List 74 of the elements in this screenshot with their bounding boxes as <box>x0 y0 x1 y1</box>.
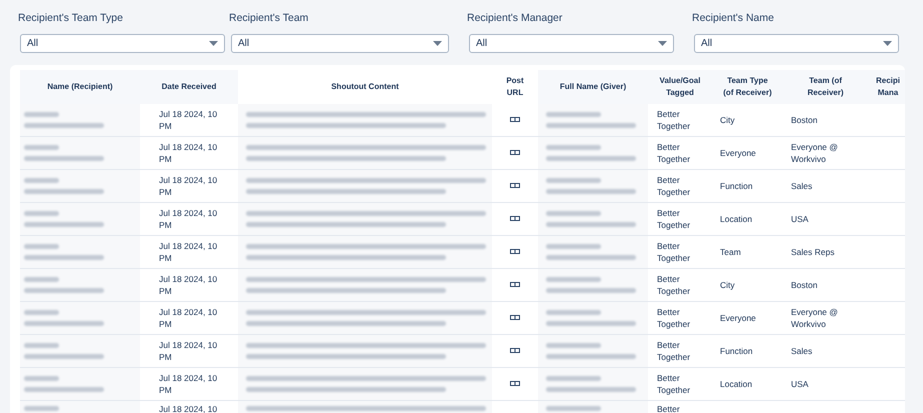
team-name: Sales Reps <box>791 246 834 258</box>
caret-icon <box>433 40 442 46</box>
value-goal-tag: Better Together <box>657 240 690 264</box>
filter-label: Recipient's Team <box>229 11 310 26</box>
column-header: Recipi Mana <box>876 74 900 99</box>
link-icon[interactable] <box>510 183 520 188</box>
team-name: Everyone @ Workvivo <box>791 140 838 165</box>
date-received: Jul 18 2024, 10 PM <box>159 140 218 165</box>
link-icon[interactable] <box>510 348 520 354</box>
value-goal-tag: Better Together <box>657 372 690 396</box>
dropdown-value: All <box>27 36 38 51</box>
filter-dropdown[interactable]: All <box>469 34 674 53</box>
date-received: Jul 18 2024, 10 PM <box>159 206 218 231</box>
team-type: Location <box>720 212 752 225</box>
column-header: Shoutout Content <box>331 80 399 93</box>
column-header: Full Name (Giver) <box>560 80 626 93</box>
column-header: Team Type (of Receiver) <box>723 74 772 99</box>
team-type: City <box>720 278 735 291</box>
link-icon[interactable] <box>510 282 520 288</box>
link-icon[interactable] <box>510 117 520 122</box>
link-icon[interactable] <box>510 216 520 222</box>
team-name: Sales <box>791 180 812 192</box>
team-type: Function <box>720 344 753 357</box>
date-received: Jul 18 2024, 10 PM <box>159 174 218 198</box>
date-received: Jul 18 2024, 10 <box>159 402 218 413</box>
team-name: USA <box>791 212 808 225</box>
date-received: Jul 18 2024, 10 PM <box>159 108 218 132</box>
date-received: Jul 18 2024, 10 PM <box>159 372 218 396</box>
dropdown-value: All <box>701 36 712 51</box>
value-goal-tag: Better Together <box>657 174 690 198</box>
value-goal-tag: Better <box>657 402 680 413</box>
filter-dropdown[interactable]: All <box>694 34 899 53</box>
date-received: Jul 18 2024, 10 PM <box>159 272 218 297</box>
team-type: City <box>720 114 735 126</box>
team-name: Everyone @ Workvivo <box>791 306 838 330</box>
team-type: Function <box>720 180 753 192</box>
filter-dropdown[interactable]: All <box>231 34 449 53</box>
column-header: Date Received <box>162 80 216 93</box>
team-name: Sales <box>791 344 812 357</box>
value-goal-tag: Better Together <box>657 338 690 363</box>
date-received: Jul 18 2024, 10 PM <box>159 306 218 330</box>
caret-icon <box>883 40 892 46</box>
column-header: Name (Recipient) <box>47 80 113 93</box>
dropdown-value: All <box>238 36 250 51</box>
caret-icon <box>209 40 218 46</box>
team-name: Boston <box>791 114 818 126</box>
column-header: Team (of Receiver) <box>807 74 844 99</box>
blurred-text <box>546 404 601 412</box>
value-goal-tag: Better Together <box>657 108 690 132</box>
value-goal-tag: Better Together <box>657 206 690 231</box>
team-type: Everyone <box>720 146 756 159</box>
value-goal-tag: Better Together <box>657 272 690 297</box>
date-received: Jul 18 2024, 10 PM <box>159 338 218 363</box>
value-goal-tag: Better Together <box>657 306 690 330</box>
filter-label: Recipient's Manager <box>467 11 564 26</box>
dropdown-value: All <box>476 36 488 51</box>
team-type: Location <box>720 378 752 390</box>
filter-label: Recipient's Team Type <box>18 11 124 26</box>
link-icon[interactable] <box>510 381 520 386</box>
date-received: Jul 18 2024, 10 PM <box>159 240 218 264</box>
filter-dropdown[interactable]: All <box>20 34 225 53</box>
column-header: Value/Goal Tagged <box>660 74 700 99</box>
blurred-text <box>24 404 59 412</box>
filter-label: Recipient's Name <box>692 11 775 26</box>
value-goal-tag: Better Together <box>657 140 690 165</box>
link-icon[interactable] <box>510 315 520 320</box>
caret-icon <box>658 40 667 46</box>
link-icon[interactable] <box>510 150 520 156</box>
link-icon[interactable] <box>510 249 520 254</box>
team-type: Team <box>720 246 741 258</box>
team-name: USA <box>791 378 808 390</box>
team-name: Boston <box>791 278 818 291</box>
column-header: Post URL <box>506 74 524 99</box>
team-type: Everyone <box>720 312 756 324</box>
